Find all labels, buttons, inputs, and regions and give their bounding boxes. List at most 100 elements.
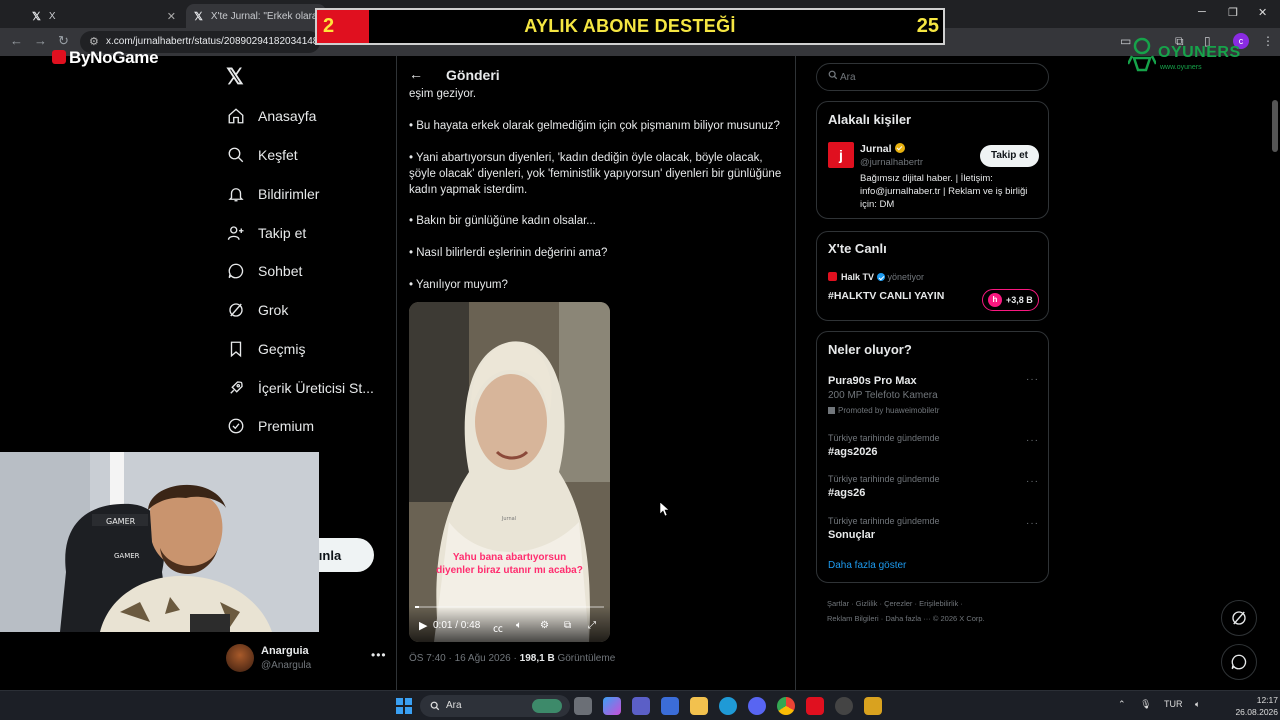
nav-item-home[interactable]: Anasayfa xyxy=(226,102,316,130)
system-tray: ⌃ 🎙︎ TUR 🔈︎ xyxy=(1118,699,1200,710)
chrome-icon[interactable] xyxy=(777,697,795,715)
bynogame-mark-icon xyxy=(52,50,66,64)
more-icon[interactable]: ··· xyxy=(1026,476,1039,487)
discord-icon[interactable] xyxy=(748,697,766,715)
volume-icon[interactable]: 🔈︎ xyxy=(516,620,522,631)
settings-icon[interactable]: ⚙ xyxy=(540,620,549,631)
nav-item-creator-studio[interactable]: İçerik Üreticisi St... xyxy=(226,374,374,402)
obs-icon[interactable] xyxy=(835,697,853,715)
search-highlight-icon xyxy=(532,699,562,713)
messages-button[interactable] xyxy=(1221,644,1257,680)
page-scrollbar[interactable] xyxy=(1270,56,1280,690)
store-icon[interactable] xyxy=(661,697,679,715)
trend-name[interactable]: Sonuçlar xyxy=(828,529,875,541)
verified-badge-icon xyxy=(894,143,905,153)
app-icon[interactable] xyxy=(806,697,824,715)
nav-item-chat[interactable]: Sohbet xyxy=(226,257,302,285)
tab-label: X'te Jurnal: "Erkek olarak doğ xyxy=(210,10,318,22)
account-switcher[interactable]: Anarguia @Anargula ••• xyxy=(226,644,386,676)
reload-icon[interactable]: ↻ xyxy=(58,33,69,49)
video-time: 0:01 / 0:48 xyxy=(433,620,481,631)
post-text-line: • Yani abartıyorsun diyenleri, 'kadın de… xyxy=(409,152,782,196)
search-icon xyxy=(226,145,246,165)
app-icon[interactable] xyxy=(864,697,882,715)
chat-icon xyxy=(226,261,246,281)
browser-tab-x[interactable]: 𝕏 X ✕ xyxy=(24,4,184,28)
trend-category: Türkiye tarihinde gündemde xyxy=(828,474,940,484)
file-explorer-icon[interactable] xyxy=(690,697,708,715)
avatar xyxy=(226,644,254,672)
pip-icon[interactable]: ⧉ xyxy=(564,620,571,631)
play-icon[interactable]: ▶ xyxy=(419,619,427,632)
live-host: Halk TV yönetiyor xyxy=(841,272,925,282)
post-text-line: • Bu hayata erkek olarak gelmediğim için… xyxy=(409,120,780,132)
windows-start-icon[interactable] xyxy=(396,698,412,714)
related-bio: Bağımsız dijital haber. | İletişim: info… xyxy=(860,173,1028,210)
live-listeners-pill[interactable]: h +3,8 B xyxy=(982,289,1039,311)
more-icon[interactable]: ··· xyxy=(1026,374,1039,385)
post-text-line: • Bakın bir günlüğüne kadın olsalar... xyxy=(409,215,596,227)
captions-icon[interactable]: ㏄ xyxy=(493,620,503,635)
live-stream-title[interactable]: #HALKTV CANLI YAYIN xyxy=(828,290,944,302)
banner-left-count: 2 xyxy=(317,10,369,43)
task-view-icon[interactable] xyxy=(574,697,592,715)
grok-button[interactable] xyxy=(1221,600,1257,636)
nav-item-bookmarks[interactable]: Geçmiş xyxy=(226,335,305,363)
taskbar-clock[interactable]: 12:17 26.08.2026 xyxy=(1222,694,1278,718)
promo-name[interactable]: Pura90s Pro Max xyxy=(828,375,917,387)
search-input[interactable]: Ara xyxy=(816,63,1049,91)
follow-icon xyxy=(226,223,246,243)
nav-item-notifications[interactable]: Bildirimler xyxy=(226,180,319,208)
nav-item-grok[interactable]: Grok xyxy=(226,296,288,324)
video-player[interactable]: Jurnal Yahu bana abartıyorsun diyenler b… xyxy=(409,302,610,642)
post-text-line: eşim geziyor. xyxy=(409,88,477,100)
tab-label: X xyxy=(48,10,56,22)
nav-item-premium[interactable]: Premium xyxy=(226,412,314,440)
close-window-icon[interactable]: ✕ xyxy=(1258,6,1267,19)
nav-item-explore[interactable]: Keşfet xyxy=(226,141,298,169)
browser-tab-post[interactable]: 𝕏 X'te Jurnal: "Erkek olarak doğ xyxy=(186,4,326,28)
svg-text:Jurnal: Jurnal xyxy=(501,516,516,522)
taskbar-search[interactable]: Ara xyxy=(420,695,570,717)
follow-button[interactable]: Takip et xyxy=(980,145,1039,167)
video-progress-bar[interactable] xyxy=(415,606,604,608)
close-tab-icon[interactable]: ✕ xyxy=(167,10,176,23)
halktv-avatar xyxy=(828,272,837,281)
menu-icon[interactable]: ⋮ xyxy=(1262,34,1274,48)
trend-category: Türkiye tarihinde gündemde xyxy=(828,433,940,443)
more-icon[interactable]: ••• xyxy=(371,648,387,662)
live-icon: h xyxy=(988,293,1002,307)
nav-item-follow[interactable]: Takip et xyxy=(226,219,306,247)
jurnal-avatar[interactable]: j xyxy=(828,142,854,168)
x-logo-icon[interactable]: 𝕏 xyxy=(226,64,244,90)
bell-icon xyxy=(226,184,246,204)
trend-name[interactable]: #ags26 xyxy=(828,487,865,499)
chat-icon xyxy=(1231,654,1247,670)
back-icon[interactable]: ← xyxy=(10,33,23,48)
edge-icon[interactable] xyxy=(719,697,737,715)
language-indicator[interactable]: TUR xyxy=(1164,699,1183,709)
subscriber-goal-banner: 2 AYLIK ABONE DESTEĞİ 25 xyxy=(315,8,945,45)
teams-icon[interactable] xyxy=(632,697,650,715)
minimize-icon[interactable]: ─ xyxy=(1198,6,1206,18)
trend-name[interactable]: #ags2026 xyxy=(828,446,878,458)
promo-by: Promoted by huaweimobiletr xyxy=(828,406,939,415)
volume-icon[interactable]: 🔈︎ xyxy=(1195,699,1200,709)
show-more-link[interactable]: Daha fazla göster xyxy=(828,560,906,571)
more-icon[interactable]: ··· xyxy=(1026,518,1039,529)
fullscreen-icon[interactable]: ⤢ xyxy=(588,620,596,631)
forward-icon[interactable]: → xyxy=(34,33,47,48)
related-name[interactable]: Jurnal xyxy=(860,143,905,155)
post-meta: ÖS 7:40 · 16 Ağu 2026 · 198,1 B Görüntül… xyxy=(409,653,616,664)
banner-title: AYLIK ABONE DESTEĞİ xyxy=(524,16,736,36)
microphone-icon[interactable]: 🎙︎ xyxy=(1140,699,1151,709)
scrollbar-thumb[interactable] xyxy=(1272,100,1278,152)
copilot-icon[interactable] xyxy=(603,697,621,715)
svg-text:GAMER: GAMER xyxy=(114,552,140,560)
site-info-icon[interactable]: ⚙ xyxy=(89,35,99,48)
oyuners-logo: OYUNERS www.oyuners xyxy=(1128,36,1248,76)
maximize-icon[interactable]: ❐ xyxy=(1228,6,1238,19)
chevron-up-icon[interactable]: ⌃ xyxy=(1118,699,1126,709)
more-icon[interactable]: ··· xyxy=(1026,435,1039,446)
back-arrow-icon[interactable]: ← xyxy=(409,66,423,82)
